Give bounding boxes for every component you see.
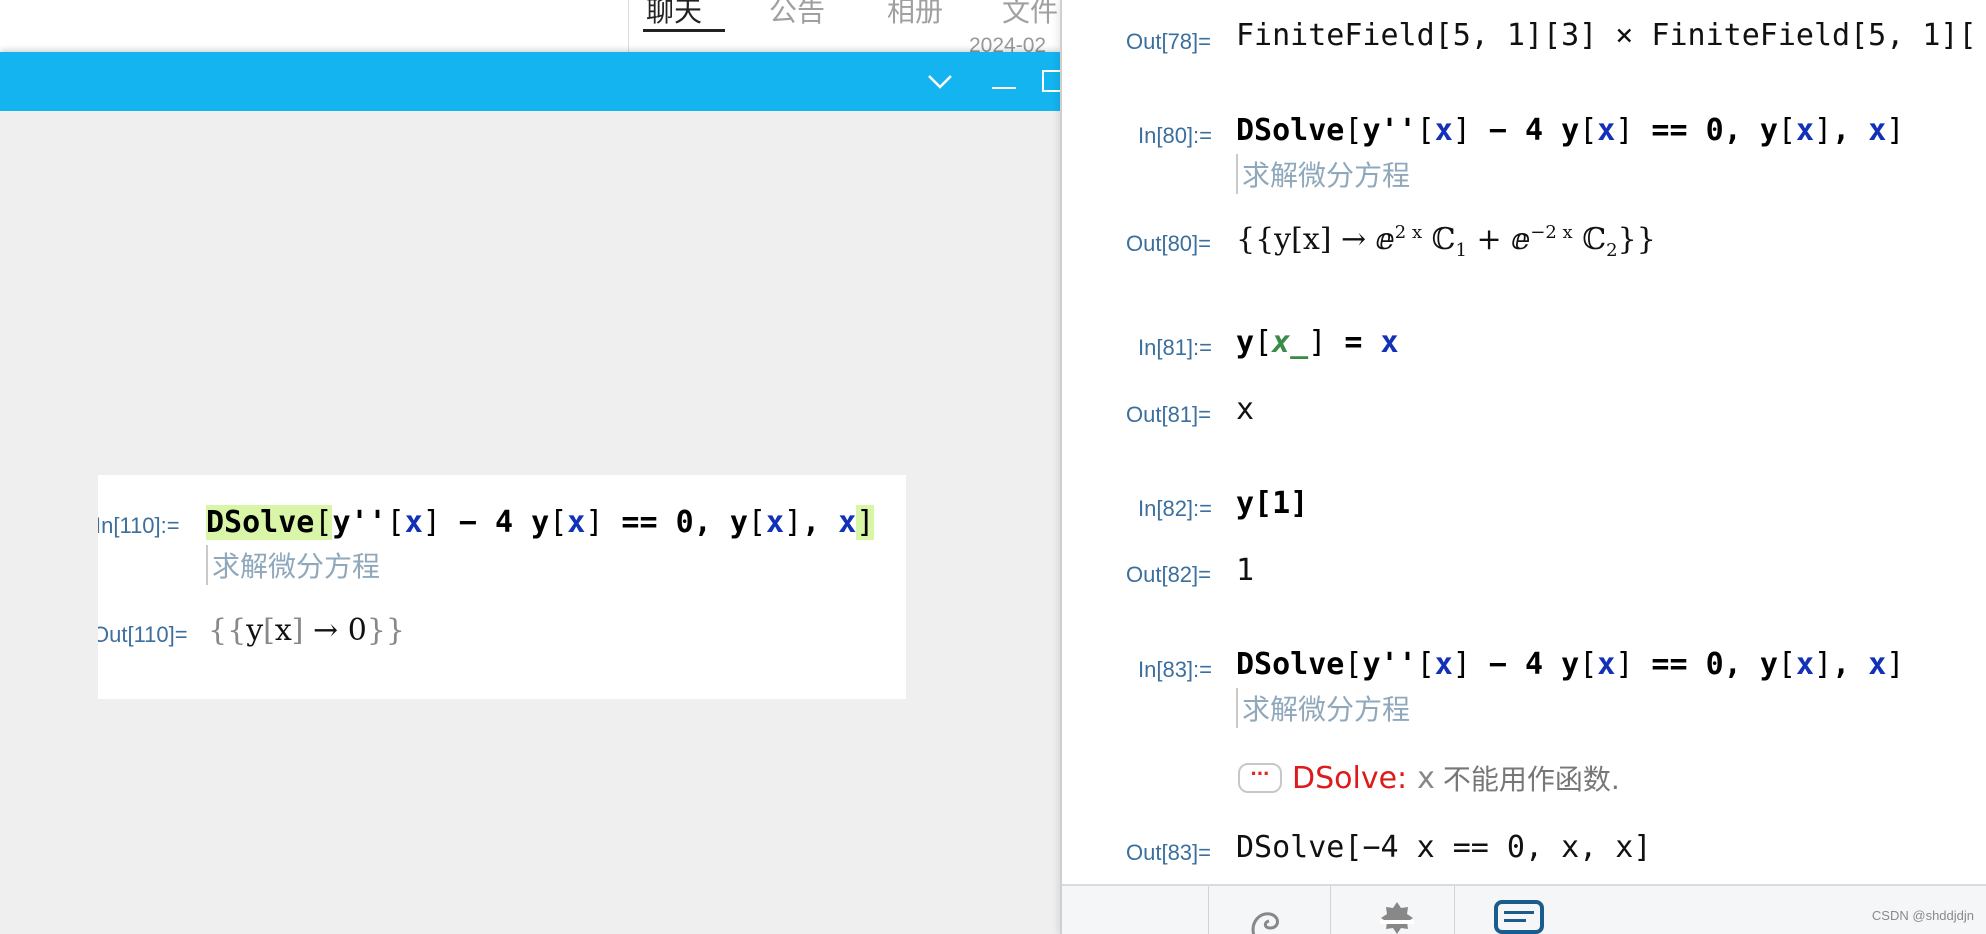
message-menu-icon[interactable]: ··· (1238, 763, 1282, 793)
background-window (0, 0, 628, 52)
out83-label: Out[83]= (1126, 840, 1212, 865)
toolbar-divider (1208, 886, 1209, 934)
bottom-toolbar: CSDN @shddjdjn (1062, 884, 1986, 934)
message-name[interactable]: DSolve: (1292, 761, 1407, 796)
maximize-icon[interactable] (1042, 52, 1060, 111)
in80-label: In[80]:= (1138, 123, 1213, 148)
settings-badge-icon[interactable] (1370, 896, 1424, 934)
out83-expression: DSolve[−4 x == 0, x, x] (1236, 830, 1652, 865)
in82-label: In[82]:= (1138, 496, 1213, 521)
chevron-down-icon[interactable] (914, 52, 966, 111)
out78-label: Out[78]= (1126, 29, 1212, 54)
in81-label: In[81]:= (1138, 335, 1213, 360)
out82-expression: 1 (1236, 553, 1255, 588)
in80-comment: 求解微分方程 (1236, 154, 1410, 194)
message-text: 不能用作函数. (1442, 763, 1620, 796)
chat-icon[interactable] (1492, 896, 1546, 934)
out78-expression: FiniteField[5, 1][3] × FiniteField[5, 1]… (1236, 18, 1977, 53)
function-name: DSolve (206, 505, 315, 540)
toolbar-divider (1330, 886, 1331, 934)
minimize-icon[interactable] (978, 52, 1030, 111)
out81-expression: x (1236, 392, 1255, 427)
dsolve-message: ··· DSolve: x 不能用作函数. (1238, 758, 1620, 798)
in81-code[interactable]: y[x_] = x (1236, 325, 1399, 360)
code-comment: 求解微分方程 (206, 545, 380, 585)
toolbar-divider (1454, 886, 1455, 934)
out82-label: Out[82]= (1126, 562, 1212, 587)
chat-tab-album[interactable]: 相册 (887, 0, 943, 30)
watermark: CSDN @shddjdjn (1871, 908, 1974, 923)
in80-code[interactable]: DSolve[y''[x] − 4 y[x] == 0, y[x], x] (1236, 113, 1904, 148)
chat-tab-chat[interactable]: 聊天 (646, 0, 702, 30)
in83-code[interactable]: DSolve[y''[x] − 4 y[x] == 0, y[x], x] (1236, 647, 1904, 682)
chat-window: 聊天 公告 相册 文件 2024-02 (628, 0, 1060, 57)
chat-tab-announcement[interactable]: 公告 (769, 0, 825, 30)
in82-code[interactable]: y[1] (1236, 486, 1308, 521)
swirl-icon[interactable] (1242, 896, 1296, 934)
window-titlebar[interactable] (0, 52, 1060, 111)
in-label: In[110]:= (98, 513, 180, 538)
out80-expression: {{y[x] → ⅇ2 x ℂ1 + ⅇ−2 x ℂ2}} (1236, 222, 1656, 261)
input-code[interactable]: DSolve[y''[x] − 4 y[x] == 0, y[x], x] (206, 505, 875, 540)
chat-tab-files[interactable]: 文件 (1002, 0, 1058, 30)
small-notebook: In[110]:= DSolve[y''[x] − 4 y[x] == 0, y… (98, 475, 906, 699)
in83-comment: 求解微分方程 (1236, 688, 1410, 728)
output-expression: {{y[x] → 0}} (208, 613, 405, 648)
out81-label: Out[81]= (1126, 402, 1212, 427)
active-tab-indicator (643, 29, 725, 32)
out80-label: Out[80]= (1126, 231, 1212, 256)
notebook-window: Out[78]= FiniteField[5, 1][3] × FiniteFi… (1060, 0, 1986, 934)
out-label: Out[110]= (98, 622, 188, 647)
message-variable: x (1417, 760, 1435, 796)
in83-label: In[83]:= (1138, 657, 1213, 682)
